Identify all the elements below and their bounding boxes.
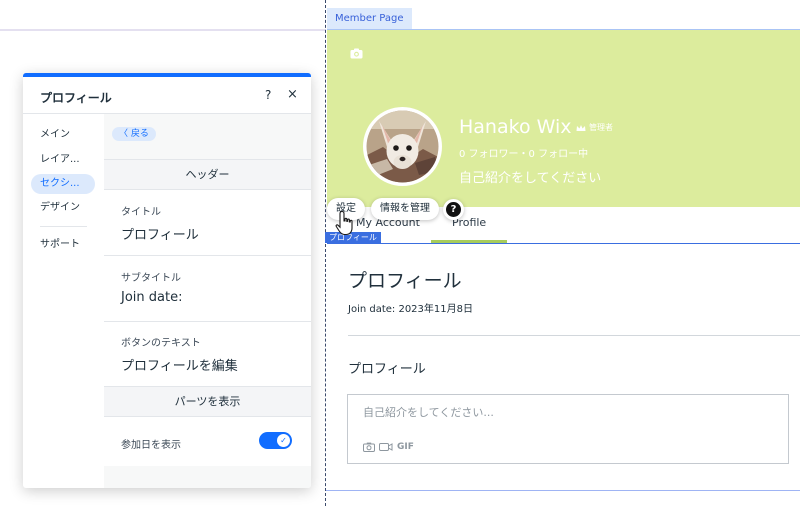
manage-info-button[interactable]: 情報を管理: [371, 198, 439, 220]
button-text-field[interactable]: ボタンのテキスト プロフィールを編集: [104, 321, 311, 386]
admin-badge: 管理者: [576, 122, 613, 133]
join-date-toggle[interactable]: ✓: [259, 432, 292, 449]
header-section-title: ヘッダー: [104, 159, 311, 189]
back-button[interactable]: 〈 戻る: [112, 127, 156, 141]
panel-title: プロフィール: [40, 91, 112, 105]
nav-divider: [40, 226, 87, 227]
parts-section-title: パーツを表示: [104, 386, 311, 416]
bio-toolbar: GIF: [363, 442, 414, 452]
nav-item-layout[interactable]: レイア...: [31, 150, 95, 170]
button-text-field-value[interactable]: プロフィールを編集: [121, 355, 238, 374]
subtitle-field[interactable]: サブタイトル Join date:: [104, 255, 311, 321]
profile-username: Hanako Wix: [459, 116, 572, 138]
join-date-toggle-row: 参加日を表示 ✓: [104, 416, 311, 466]
avatar[interactable]: [363, 107, 442, 186]
panel-sidenav: メイン レイア... セクシ... デザイン サポート: [23, 114, 104, 488]
help-icon: ?: [446, 202, 461, 217]
panel-help-button[interactable]: ?: [265, 88, 271, 102]
camera-icon[interactable]: [350, 48, 363, 59]
camera-icon[interactable]: [363, 442, 375, 452]
title-field-label: タイトル: [121, 207, 161, 218]
nav-item-support[interactable]: サポート: [31, 235, 95, 255]
panel-main: 〈 戻る ヘッダー タイトル プロフィール サブタイトル Join date: …: [104, 114, 311, 488]
gif-icon[interactable]: GIF: [397, 442, 414, 452]
settings-panel: プロフィール ? × メイン レイア... セクシ... デザイン サポート 〈…: [23, 73, 311, 488]
subtitle-field-label: サブタイトル: [121, 273, 181, 284]
check-icon: ✓: [277, 434, 290, 447]
join-date-toggle-label: 参加日を表示: [121, 440, 181, 451]
follow-counts[interactable]: 0 フォロワー・0 フォロー中: [459, 145, 588, 160]
canvas-guide-vertical: [325, 0, 326, 506]
subtitle-field-value[interactable]: Join date:: [121, 290, 182, 305]
bio-placeholder: 自己紹介をしてください...: [363, 406, 494, 419]
admin-badge-label: 管理者: [589, 123, 613, 132]
panel-close-button[interactable]: ×: [287, 87, 298, 102]
canvas-guide-bottom: [326, 490, 800, 491]
title-field-value[interactable]: プロフィール: [121, 224, 199, 243]
help-button[interactable]: ?: [443, 199, 464, 220]
video-icon[interactable]: [379, 442, 393, 452]
canvas-guide-horizontal: [0, 29, 326, 31]
content-title: プロフィール: [348, 270, 462, 292]
crown-icon: [576, 124, 586, 131]
panel-header: プロフィール ? ×: [23, 77, 311, 114]
profile-section-heading: プロフィール: [348, 362, 426, 377]
nav-item-main[interactable]: メイン: [31, 125, 95, 145]
profile-bio: 自己紹介をしてください: [459, 171, 602, 186]
section-outline: [327, 243, 800, 244]
title-field[interactable]: タイトル プロフィール: [104, 189, 311, 255]
hand-cursor-icon: [335, 210, 353, 236]
bio-input[interactable]: 自己紹介をしてください... GIF: [347, 394, 789, 464]
button-text-field-label: ボタンのテキスト: [121, 338, 201, 349]
member-page-tag[interactable]: Member Page: [327, 8, 412, 30]
nav-item-design[interactable]: デザイン: [31, 198, 95, 218]
join-date: Join date: 2023年11月8日: [348, 304, 473, 315]
nav-item-sections[interactable]: セクシ...: [31, 174, 95, 194]
content-divider: [348, 335, 800, 336]
